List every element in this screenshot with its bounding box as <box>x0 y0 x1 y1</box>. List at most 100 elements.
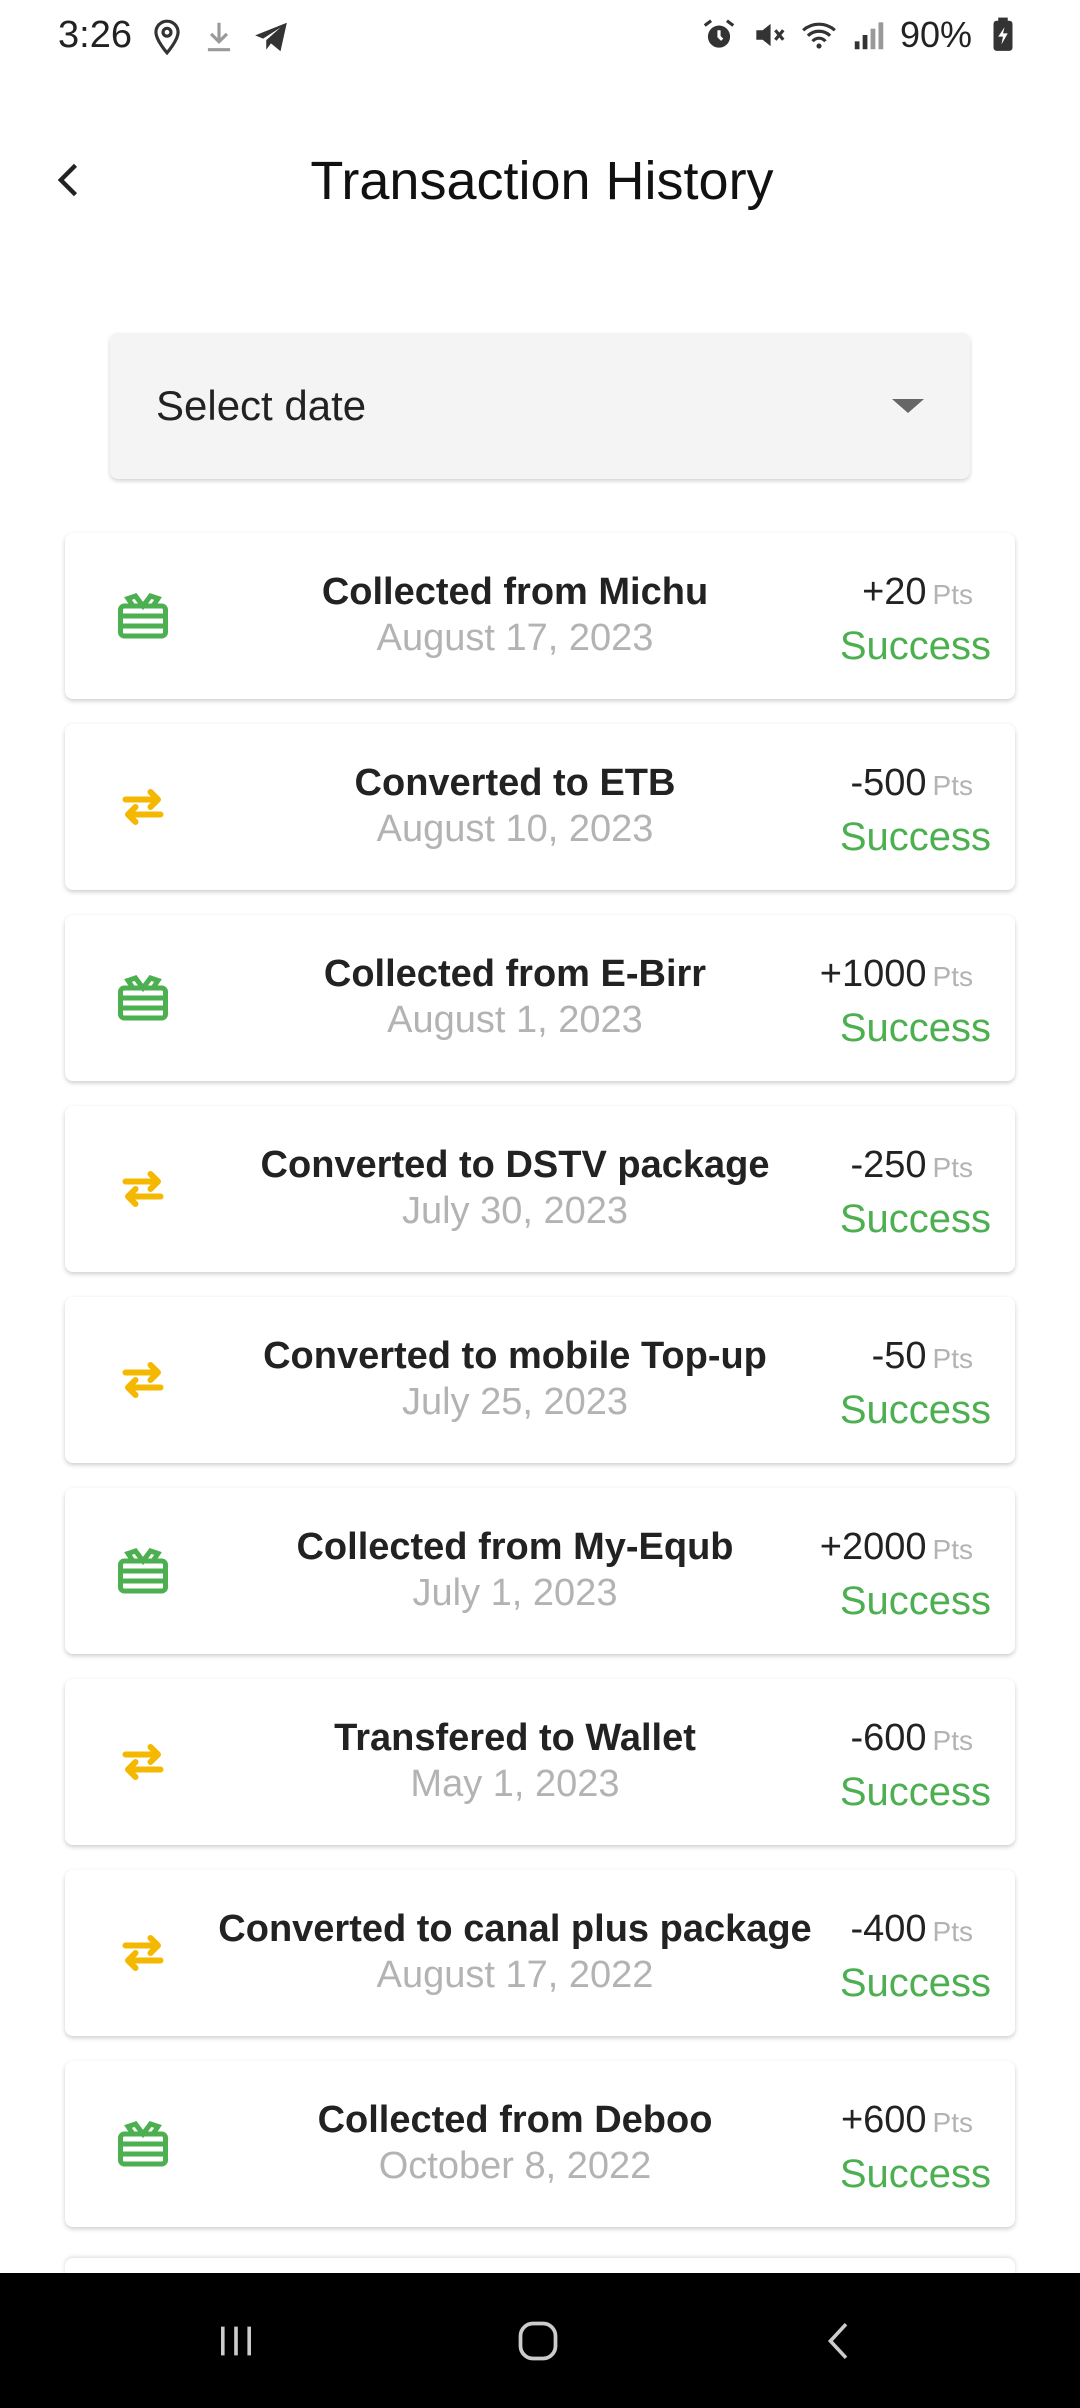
points-unit: Pts <box>932 1916 973 1947</box>
date-select-label: Select date <box>156 382 367 429</box>
transaction-card[interactable]: Collected from Deboo October 8, 2022 +600 P… <box>65 2061 1015 2227</box>
transaction-card[interactable]: Converted to canal plus package August 17… <box>65 1870 1015 2036</box>
transaction-amount-block: +600 Pts Success <box>840 2097 991 2197</box>
transaction-amount-block: -400 Pts Success <box>840 1906 991 2006</box>
points-unit: Pts <box>932 2107 973 2138</box>
battery-icon <box>993 17 1013 51</box>
transaction-date: August 17, 2022 <box>376 1954 654 1996</box>
gift-icon <box>113 1541 173 1601</box>
points-unit: Pts <box>932 1534 973 1565</box>
download-icon <box>207 22 231 52</box>
transaction-details: Collected from Michu August 17, 2023 <box>205 569 825 661</box>
amount-row: -250 Pts <box>840 1142 991 1196</box>
transfer-icon <box>113 1159 173 1219</box>
amount-row: -600 Pts <box>840 1715 991 1769</box>
transaction-title: Converted to canal plus package <box>218 1908 812 1950</box>
points-unit: Pts <box>932 579 973 610</box>
transaction-details: Collected from My-Equb July 1, 2023 <box>205 1524 825 1616</box>
transaction-card[interactable]: Collected from E-Birr August 1, 2023 +1000… <box>65 915 1015 1081</box>
transaction-title: Collected from My-Equb <box>296 1526 734 1568</box>
amount-row: +20 Pts <box>840 569 991 623</box>
transaction-card[interactable]: Transfered to Wallet May 1, 2023 -600 Pts Su… <box>65 1679 1015 1845</box>
transaction-card[interactable]: Converted to ETB August 10, 2023 -500 Pts Su… <box>65 724 1015 890</box>
transaction-card[interactable]: Converted to mobile Top-up July 25, 2023-… <box>65 1297 1015 1463</box>
transaction-amount-block: +1000 Pts Success <box>820 951 991 1051</box>
transaction-title: Collected from E-Birr <box>323 953 707 995</box>
amount-row: +600 Pts <box>840 2097 991 2151</box>
transaction-date: July 30, 2023 <box>401 1190 629 1232</box>
amount-row: +1000 Pts <box>820 951 991 1005</box>
status-right: 90% <box>700 14 1022 56</box>
wifi-icon <box>802 22 836 49</box>
status-badge: Success <box>839 1961 991 2005</box>
transfer-icon <box>113 777 173 837</box>
transaction-amount-block: -600 Pts Success <box>840 1715 991 1815</box>
status-badge: Success <box>839 1388 991 1432</box>
transaction-amount: +600 <box>840 2099 927 2141</box>
transaction-amount: -250 <box>850 1144 927 1186</box>
status-badge: Success <box>839 1197 991 1241</box>
page-title: Transaction History <box>310 151 774 211</box>
transaction-card[interactable]: Collected from My-Equb July 1, 2023 +2000 P… <box>65 1488 1015 1654</box>
transaction-title: Converted to DSTV package <box>260 1144 770 1186</box>
transaction-amount: +1000 <box>819 953 927 995</box>
back-icon <box>827 2322 848 2359</box>
status-badge: Success <box>839 1770 991 1814</box>
status-left-icons <box>148 18 290 56</box>
transaction-title: Converted to mobile Top-up <box>263 1335 767 1377</box>
transaction-title: Transfered to Wallet <box>334 1717 696 1759</box>
transaction-title: Converted to ETB <box>354 762 676 804</box>
transaction-amount: -50 <box>871 1335 927 1377</box>
battery-percent: 90% <box>899 14 972 55</box>
transaction-details: Converted to canal plus package August 17… <box>205 1906 825 1998</box>
transaction-amount: -400 <box>850 1908 927 1950</box>
recents-button[interactable] <box>176 2303 296 2378</box>
status-bar: 3:26 90% <box>0 0 1080 72</box>
transaction-amount: -600 <box>850 1717 927 1759</box>
transaction-amount: -500 <box>850 762 927 804</box>
transaction-title: Collected from Michu <box>321 571 709 613</box>
points-unit: Pts <box>932 1343 973 1374</box>
points-unit: Pts <box>932 770 973 801</box>
transaction-amount-block: +2000 Pts Success <box>820 1524 991 1624</box>
transaction-date: July 1, 2023 <box>412 1572 618 1614</box>
transaction-date: October 8, 2022 <box>378 2145 652 2187</box>
transaction-card[interactable]: Converted to DSTV package July 30, 2023 -2… <box>65 1106 1015 1272</box>
recents-icon <box>221 2326 251 2355</box>
transaction-amount-block: -500 Pts Success <box>840 760 991 860</box>
transaction-card[interactable]: Collected from Michu August 17, 2023 +20 Pt… <box>65 533 1015 699</box>
points-unit: Pts <box>932 1152 973 1183</box>
transaction-amount-block: +20 Pts Success <box>840 569 991 669</box>
gift-icon <box>113 2114 173 2174</box>
transaction-date: August 1, 2023 <box>387 999 643 1041</box>
transaction-amount: +2000 <box>819 1526 927 1568</box>
location-icon <box>154 19 180 56</box>
transfer-icon <box>113 1732 173 1792</box>
caret-down-icon <box>892 399 924 413</box>
transaction-details: Collected from E-Birr August 1, 2023 <box>205 951 825 1043</box>
status-badge: Success <box>839 624 991 668</box>
transaction-date: May 1, 2023 <box>410 1763 620 1805</box>
transaction-details: Collected from Deboo October 8, 2022 <box>205 2097 825 2189</box>
transaction-amount: +20 <box>862 571 927 613</box>
transaction-details: Converted to DSTV package July 30, 2023 <box>205 1142 825 1234</box>
home-icon <box>518 2321 558 2360</box>
status-badge: Success <box>839 815 991 859</box>
amount-row: +2000 Pts <box>820 1524 991 1578</box>
home-button[interactable] <box>478 2303 598 2378</box>
gift-icon <box>113 586 173 646</box>
status-time: 3:26 <box>58 14 132 56</box>
system-nav-bar <box>0 2273 1080 2408</box>
amount-row: -50 Pts <box>840 1333 991 1387</box>
transaction-details: Converted to ETB August 10, 2023 <box>205 760 825 852</box>
status-badge: Success <box>839 1579 991 1623</box>
nav-back-button[interactable] <box>780 2303 900 2378</box>
transaction-amount-block: -50 Pts Success <box>840 1333 991 1433</box>
transaction-details: Converted to mobile Top-up July 25, 2023 <box>205 1333 825 1425</box>
points-unit: Pts <box>932 1725 973 1756</box>
gift-icon <box>113 968 173 1028</box>
app-header: Transaction History <box>0 130 1080 230</box>
date-select-dropdown[interactable]: Select date <box>110 333 970 479</box>
transaction-amount-block: -250 Pts Success <box>840 1142 991 1242</box>
status-badge: Success <box>839 2152 991 2196</box>
